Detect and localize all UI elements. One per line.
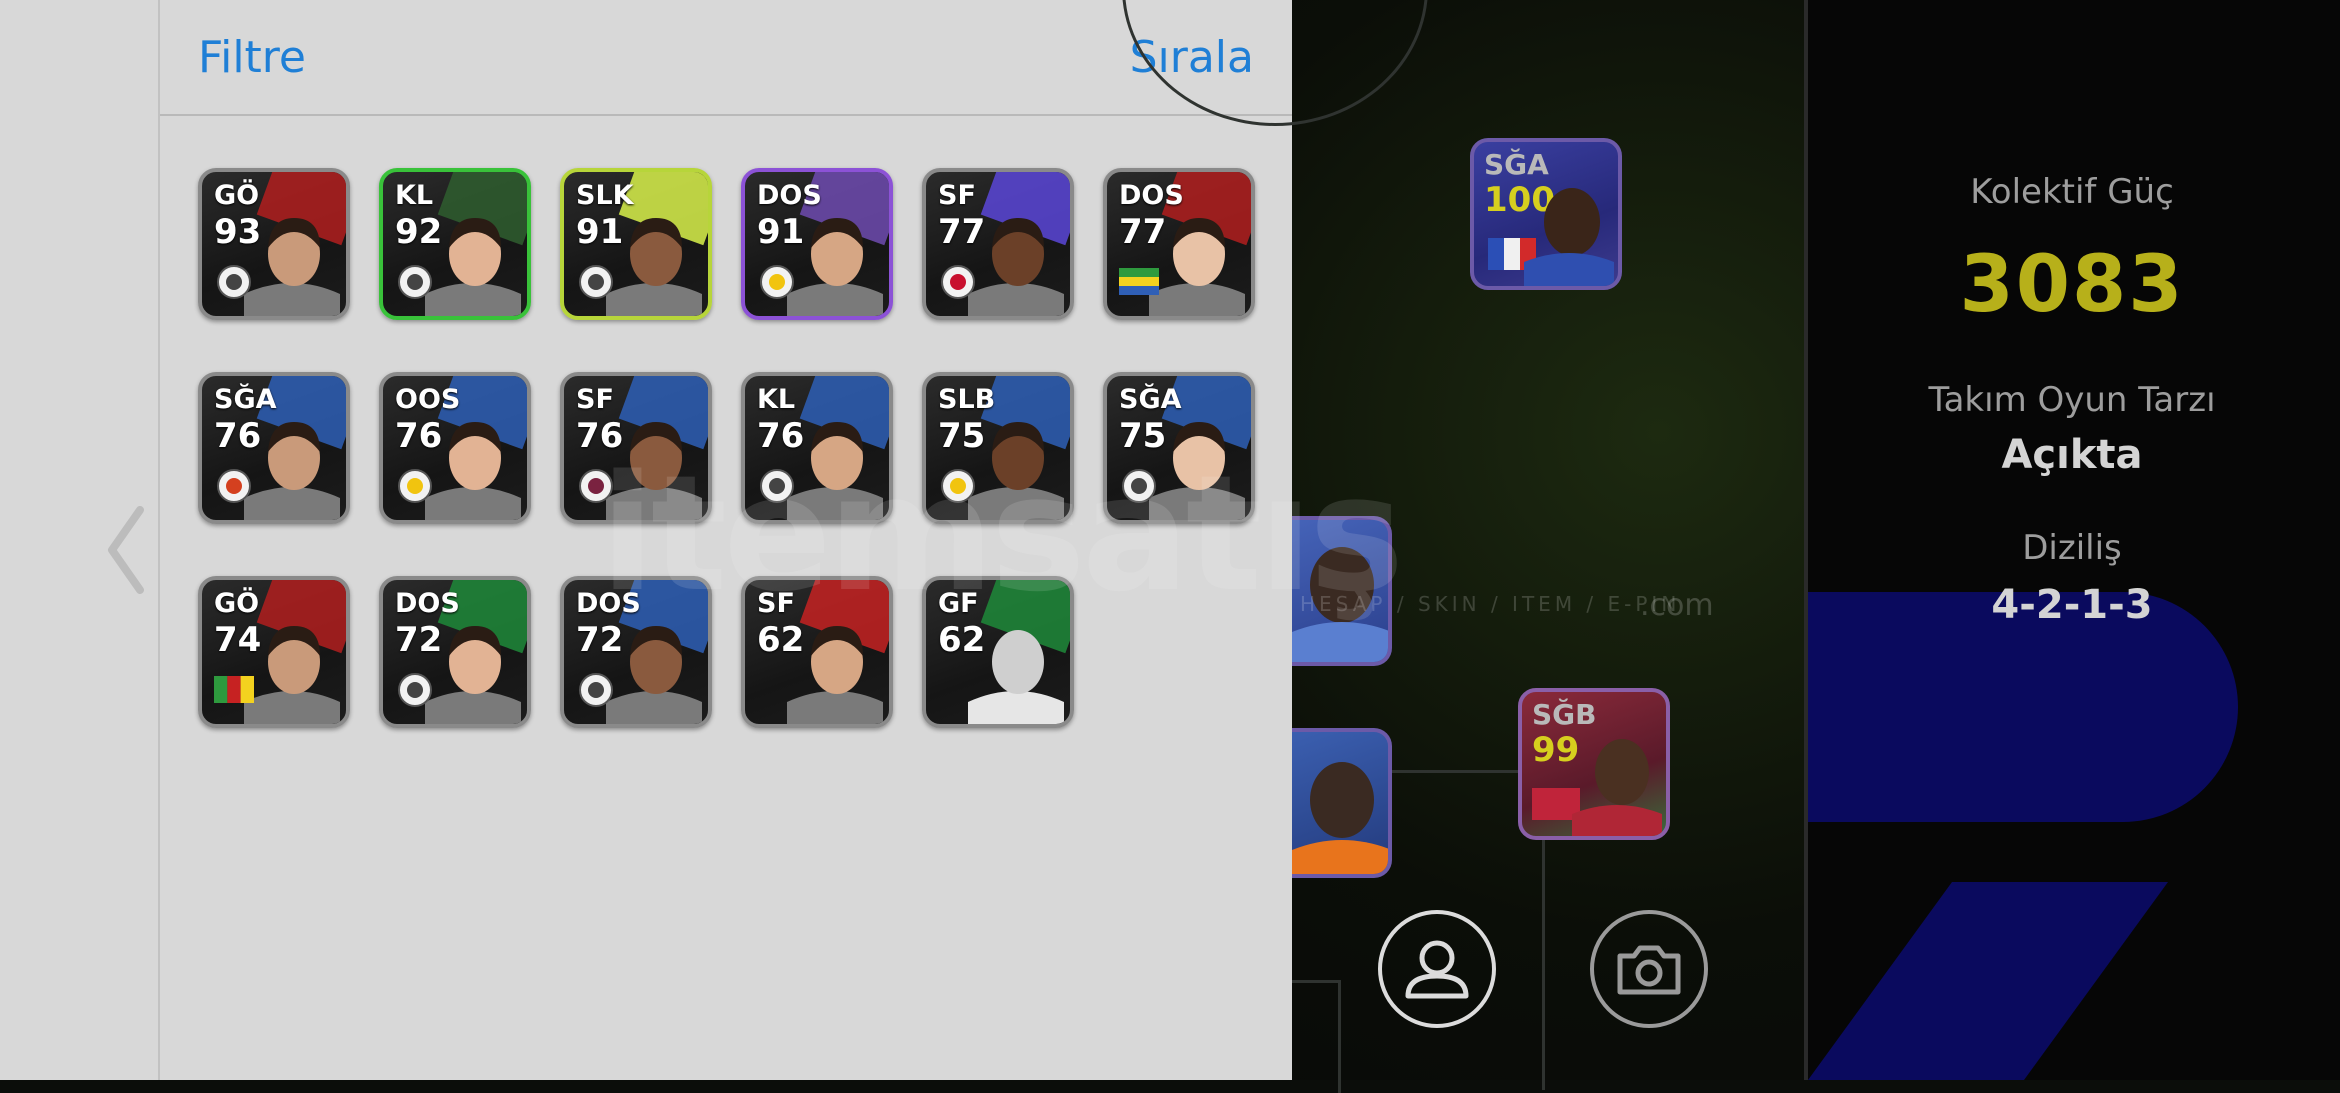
fenerbahce-crest-icon: [398, 469, 432, 503]
player-position: DOS: [395, 588, 460, 619]
chevron-left-icon[interactable]: [100, 500, 160, 600]
camera-button[interactable]: [1590, 910, 1708, 1028]
player-card[interactable]: KL 92: [379, 168, 531, 320]
panel-header: Filtre Sırala: [160, 0, 1292, 116]
watermark-subtitle: HESAP / SKIN / ITEM / E-PIN: [1300, 592, 1681, 616]
player-card[interactable]: SĞA 76: [198, 372, 350, 524]
club-crest-icon: [398, 673, 432, 707]
team-power-label: Kolektif Güç: [1970, 172, 2174, 212]
player-position: GÖ: [214, 588, 260, 619]
formation-label: Diziliş: [2022, 528, 2122, 568]
player-position: SĞA: [214, 384, 277, 415]
pitch-player-card[interactable]: SĞA 100: [1470, 138, 1622, 290]
player-position: DOS: [757, 180, 822, 211]
player-rating: 77: [938, 212, 986, 252]
player-card[interactable]: GÖ 93: [198, 168, 350, 320]
player-position: SLB: [938, 384, 996, 415]
player-rating: 93: [214, 212, 262, 252]
player-card[interactable]: GÖ 74: [198, 576, 350, 728]
player-rating: 77: [1119, 212, 1167, 252]
club-crest-icon: [579, 673, 613, 707]
pitch-goal-line: [1292, 980, 1341, 1093]
player-card[interactable]: SLK 91: [560, 168, 712, 320]
left-strip: [0, 0, 160, 1080]
player-position: SĞA: [1119, 384, 1182, 415]
player-rating: 74: [214, 620, 262, 660]
player-portrait: [1524, 188, 1614, 286]
player-position: OOS: [395, 384, 461, 415]
fenerbahce-crest-icon: [760, 265, 794, 299]
player-rating: 76: [395, 416, 443, 456]
pitch-player-card[interactable]: SĞB 99: [1518, 688, 1670, 840]
filter-button[interactable]: Filtre: [198, 32, 306, 83]
player-card[interactable]: DOS 91: [741, 168, 893, 320]
player-portrait: [1572, 739, 1662, 836]
player-rating: 92: [395, 212, 443, 252]
player-position: DOS: [1119, 180, 1184, 211]
player-card[interactable]: OOS 76: [379, 372, 531, 524]
camera-icon: [1617, 945, 1681, 995]
player-rating: 72: [395, 620, 443, 660]
player-position: SF: [576, 384, 614, 415]
arsenal-crest-icon: [941, 265, 975, 299]
person-icon: [1405, 940, 1469, 999]
player-rating: 91: [757, 212, 805, 252]
play-style-value: Açıkta: [2001, 432, 2143, 478]
player-profile-button[interactable]: [1378, 910, 1496, 1028]
player-position: KL: [395, 180, 434, 211]
player-portrait: [1292, 762, 1388, 874]
club-crest-icon: [217, 265, 251, 299]
galatasaray-crest-icon: [217, 469, 251, 503]
club-crest-icon: [398, 265, 432, 299]
cameroon-flag-icon: [214, 676, 254, 703]
watermark: itemsatış: [600, 440, 1404, 627]
play-style-label: Takım Oyun Tarzı: [1928, 380, 2216, 420]
player-position: GÖ: [214, 180, 260, 211]
player-rating: 91: [576, 212, 624, 252]
watermark-domain: .com: [1640, 588, 1714, 623]
player-card[interactable]: DOS 77: [1103, 168, 1255, 320]
player-card[interactable]: DOS 72: [379, 576, 531, 728]
team-power-value: 3083: [1959, 240, 2185, 330]
player-rating: 76: [214, 416, 262, 456]
pitch-player-card[interactable]: [1292, 728, 1392, 878]
gabon-flag-icon: [1119, 268, 1159, 295]
formation-value: 4-2-1-3: [1991, 582, 2153, 628]
player-position: SF: [938, 180, 976, 211]
club-crest-icon: [579, 265, 613, 299]
player-position: KL: [757, 384, 796, 415]
player-card[interactable]: SF 77: [922, 168, 1074, 320]
player-position: SLK: [576, 180, 634, 211]
